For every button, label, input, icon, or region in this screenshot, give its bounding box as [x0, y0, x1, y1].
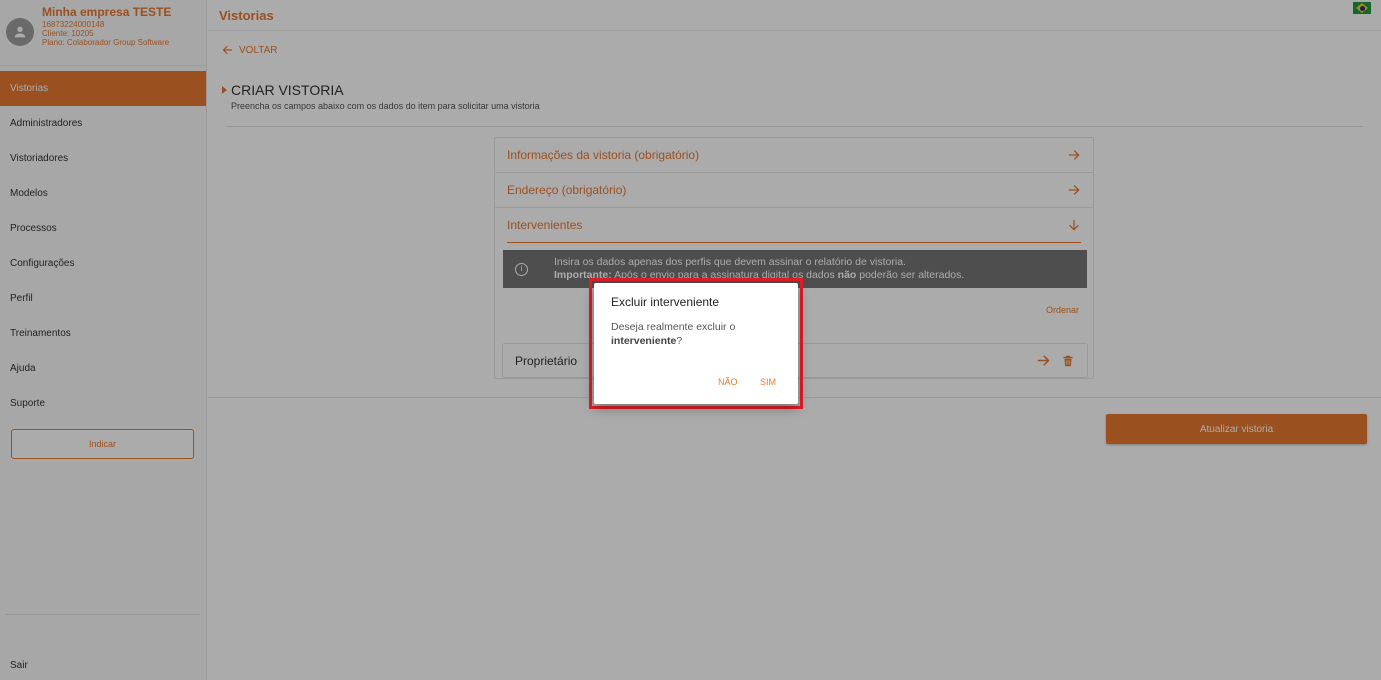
- dialog-text-a: Deseja realmente excluir o: [611, 321, 736, 333]
- dialog-no-button[interactable]: NÃO: [718, 377, 738, 387]
- dialog-yes-button[interactable]: SIM: [760, 377, 776, 387]
- delete-confirm-dialog: Excluir interveniente Deseja realmente e…: [594, 283, 798, 404]
- dialog-text-bold: interveniente: [611, 334, 677, 347]
- dialog-message: Deseja realmente excluir o interveniente…: [611, 321, 786, 348]
- dialog-title: Excluir interveniente: [611, 295, 720, 309]
- dialog-text-b: ?: [676, 334, 683, 347]
